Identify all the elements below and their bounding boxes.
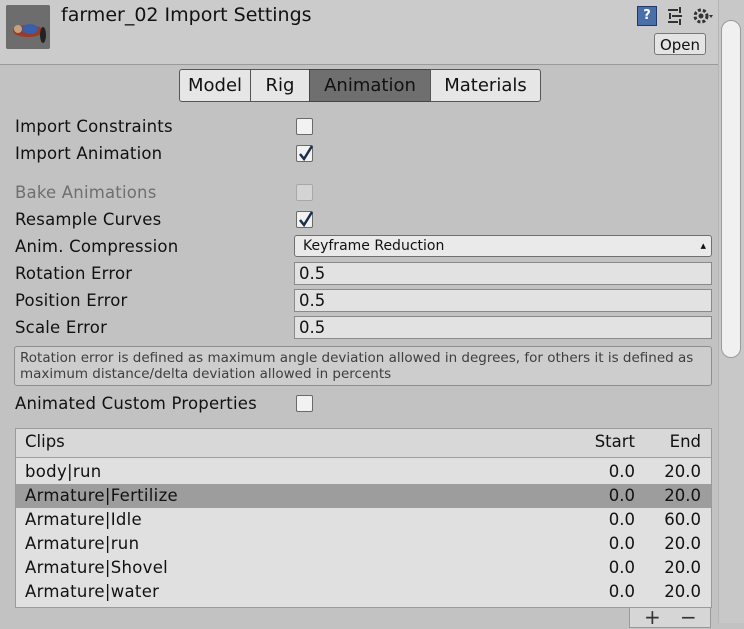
bake-animations-label: Bake Animations [15, 183, 157, 202]
clip-start: 0.0 [608, 462, 635, 481]
clip-row[interactable]: Armature|Idle 0.0 60.0 [16, 508, 711, 532]
open-button[interactable]: Open [654, 33, 706, 55]
animated-custom-properties-label: Animated Custom Properties [15, 394, 257, 413]
clip-row[interactable]: Armature|Shovel 0.0 20.0 [16, 556, 711, 580]
anim-compression-value: Keyframe Reduction [303, 238, 445, 254]
clip-name: Armature|water [25, 582, 160, 601]
clip-name: Armature|Idle [25, 510, 142, 529]
end-column-header: End [669, 432, 701, 451]
clips-footer: + − [629, 605, 711, 629]
scale-error-field[interactable]: 0.5 [294, 316, 712, 339]
gear-icon[interactable] [692, 6, 713, 26]
clip-name: body|run [25, 462, 102, 481]
start-column-header: Start [594, 432, 635, 451]
anim-compression-label: Anim. Compression [15, 237, 179, 256]
model-thumbnail [6, 5, 50, 49]
clip-row-selected[interactable]: Armature|Fertilize 0.0 20.0 [16, 484, 711, 508]
resample-curves-label: Resample Curves [15, 210, 162, 229]
clip-start: 0.0 [608, 558, 635, 577]
animated-custom-properties-checkbox[interactable] [296, 395, 313, 412]
clip-row[interactable]: body|run 0.0 20.0 [16, 460, 711, 484]
help-icon[interactable]: ? [637, 6, 657, 26]
clip-end: 60.0 [664, 510, 701, 529]
tab-materials[interactable]: Materials [430, 69, 541, 102]
import-constraints-label: Import Constraints [15, 117, 173, 136]
rotation-error-field[interactable]: 0.5 [294, 262, 712, 285]
tab-model[interactable]: Model [179, 69, 251, 102]
clip-name: Armature|Fertilize [25, 486, 178, 505]
clip-start: 0.0 [608, 582, 635, 601]
import-animation-checkbox[interactable] [296, 145, 314, 162]
clip-start: 0.0 [608, 486, 635, 505]
resample-curves-checkbox[interactable] [296, 211, 314, 228]
import-constraints-checkbox[interactable] [296, 118, 313, 135]
clip-end: 20.0 [664, 486, 701, 505]
clip-row[interactable]: Armature|water 0.0 20.0 [16, 580, 711, 604]
clip-row[interactable]: Armature|run 0.0 20.0 [16, 532, 711, 556]
preset-icon[interactable] [665, 6, 685, 26]
clip-name: Armature|Shovel [25, 558, 169, 577]
clips-column-header: Clips [25, 432, 65, 451]
import-tabs: Model Rig Animation Materials [179, 69, 541, 102]
clip-start: 0.0 [608, 510, 635, 529]
clip-end: 20.0 [664, 534, 701, 553]
bake-animations-checkbox [296, 184, 313, 201]
clips-header: Clips Start End [16, 429, 711, 458]
header-title: farmer_02 Import Settings [61, 4, 312, 26]
tab-rig[interactable]: Rig [250, 69, 310, 102]
error-help-box: Rotation error is defined as maximum ang… [14, 346, 712, 386]
rotation-error-label: Rotation Error [15, 264, 133, 283]
checkmark-icon [299, 211, 314, 228]
add-clip-button[interactable]: + [644, 605, 661, 629]
clip-start: 0.0 [608, 534, 635, 553]
tab-animation[interactable]: Animation [309, 69, 431, 102]
import-animation-label: Import Animation [15, 144, 163, 163]
scale-error-label: Scale Error [15, 318, 108, 337]
remove-clip-button[interactable]: − [680, 605, 697, 629]
position-error-label: Position Error [15, 291, 128, 310]
clips-list: Clips Start End body|run 0.0 20.0 Armatu… [15, 428, 712, 608]
clip-end: 20.0 [664, 462, 701, 481]
position-error-field[interactable]: 0.5 [294, 289, 712, 312]
anim-compression-dropdown[interactable]: Keyframe Reduction ▴ [294, 235, 712, 257]
scrollbar-thumb[interactable] [721, 20, 741, 358]
clip-end: 20.0 [664, 582, 701, 601]
clip-end: 20.0 [664, 558, 701, 577]
dropdown-arrows-icon: ▴ [700, 239, 706, 252]
clip-name: Armature|run [25, 534, 140, 553]
checkmark-icon [299, 145, 314, 162]
inspector-header: farmer_02 Import Settings ? Open [0, 0, 744, 65]
